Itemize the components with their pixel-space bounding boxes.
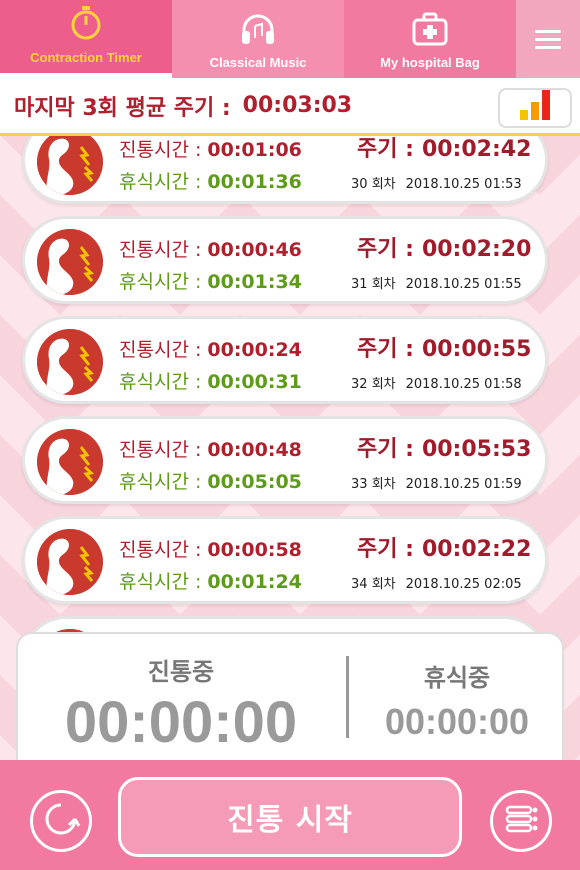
rest-duration: 00:01:36 (207, 171, 302, 193)
rest-label: 휴식시간 : (119, 171, 202, 193)
cycle-duration: 00:02:20 (421, 237, 532, 262)
round-number: 34 (351, 577, 368, 592)
reset-button[interactable] (30, 790, 92, 852)
round-suffix: 회차 (371, 177, 396, 192)
pain-duration: 00:00:58 (207, 539, 302, 561)
cycle-label: 주기 : (357, 137, 414, 162)
rest-duration: 00:01:24 (207, 571, 302, 593)
stopwatch-icon (68, 5, 104, 44)
round-number: 31 (351, 277, 368, 292)
pregnant-woman-icon (37, 136, 103, 195)
medical-bag-icon (412, 12, 448, 49)
statistics-button[interactable] (498, 88, 572, 128)
pregnant-woman-icon (37, 229, 103, 295)
average-value: 00:03:03 (242, 93, 353, 118)
round-suffix: 회차 (371, 277, 396, 292)
cycle-duration: 00:05:53 (421, 437, 532, 462)
timer-panel: 진통중 00:00:00 휴식중 00:00:00 (16, 632, 564, 767)
record-card[interactable]: 진통시간 :00:01:06 휴식시간 :00:01:36 주기 : 00:02:42… (22, 136, 548, 204)
pain-timer-value: 00:00:00 (64, 690, 298, 755)
pain-label: 진통시간 : (119, 339, 202, 361)
cycle-duration: 00:02:22 (421, 537, 532, 562)
tab-classical-music[interactable]: Classical Music (172, 0, 344, 78)
rest-label: 휴식시간 : (119, 471, 202, 493)
pain-duration: 00:00:46 (207, 239, 302, 261)
cycle-label: 주기 : (357, 437, 414, 462)
tab-hospital-bag[interactable]: My hospital Bag (344, 0, 516, 78)
tab-label: Contraction Timer (30, 50, 142, 65)
average-label: 마지막 3회 평균 주기 : (14, 95, 231, 121)
pain-duration: 00:01:06 (207, 139, 302, 161)
pain-label: 진통시간 : (119, 139, 202, 161)
round-number: 33 (351, 477, 368, 492)
tab-label: Classical Music (209, 55, 307, 70)
round-suffix: 회차 (371, 477, 396, 492)
round-number: 30 (351, 177, 368, 192)
headphones-icon (239, 12, 277, 49)
pain-duration: 00:00:48 (207, 439, 302, 461)
pain-label: 진통시간 : (119, 539, 202, 561)
tab-label: My hospital Bag (380, 55, 480, 70)
hamburger-icon (535, 25, 561, 54)
average-cycle-bar: 마지막 3회 평균 주기 : 00:03:03 (0, 78, 580, 136)
rest-duration: 00:05:05 (207, 471, 302, 493)
rest-duration: 00:01:34 (207, 271, 302, 293)
pregnant-woman-icon (37, 529, 103, 595)
round-suffix: 회차 (371, 377, 396, 392)
record-card[interactable]: 진통시간 :00:00:58 휴식시간 :00:01:24 주기 : 00:02:22… (22, 516, 548, 604)
rest-label: 휴식시간 : (119, 371, 202, 393)
rest-label: 휴식시간 : (119, 571, 202, 593)
record-card[interactable]: 진통시간 :00:00:48 휴식시간 :00:05:05 주기 : 00:05:53… (22, 416, 548, 504)
pain-timer-label: 진통중 (147, 658, 215, 686)
pain-label: 진통시간 : (119, 239, 202, 261)
cycle-duration: 00:02:42 (421, 137, 532, 162)
refresh-icon (41, 799, 81, 843)
rest-timer-value: 00:00:00 (384, 701, 530, 742)
pregnant-woman-icon (37, 329, 103, 395)
cycle-label: 주기 : (357, 237, 414, 262)
bar-chart-icon (520, 90, 550, 120)
round-number: 32 (351, 377, 368, 392)
round-suffix: 회차 (371, 577, 396, 592)
bottom-action-bar: 진통 시작 (0, 760, 580, 870)
rest-timer-label: 휴식중 (423, 664, 491, 692)
top-tab-bar: Contraction Timer Classical Music My hos… (0, 0, 580, 78)
record-datetime: 2018.10.25 01:58 (405, 377, 522, 392)
cycle-label: 주기 : (357, 337, 414, 362)
rest-duration: 00:00:31 (207, 371, 302, 393)
record-datetime: 2018.10.25 02:05 (405, 577, 522, 592)
cycle-label: 주기 : (357, 537, 414, 562)
cycle-duration: 00:00:55 (421, 337, 532, 362)
pain-label: 진통시간 : (119, 439, 202, 461)
record-datetime: 2018.10.25 01:53 (405, 177, 522, 192)
pregnant-woman-icon (37, 429, 103, 495)
record-datetime: 2018.10.25 01:59 (405, 477, 522, 492)
tab-contraction-timer[interactable]: Contraction Timer (0, 0, 172, 78)
record-card[interactable]: 진통시간 :00:00:24 휴식시간 :00:00:31 주기 : 00:00:55… (22, 316, 548, 404)
rest-label: 휴식시간 : (119, 271, 202, 293)
start-contraction-button[interactable]: 진통 시작 (118, 777, 462, 857)
pain-duration: 00:00:24 (207, 339, 302, 361)
record-card[interactable]: 진통시간 :00:00:46 휴식시간 :00:01:34 주기 : 00:02:20… (22, 216, 548, 304)
menu-button[interactable] (516, 0, 580, 78)
record-datetime: 2018.10.25 01:55 (405, 277, 522, 292)
record-list-button[interactable] (490, 790, 552, 852)
list-icon (501, 799, 541, 843)
